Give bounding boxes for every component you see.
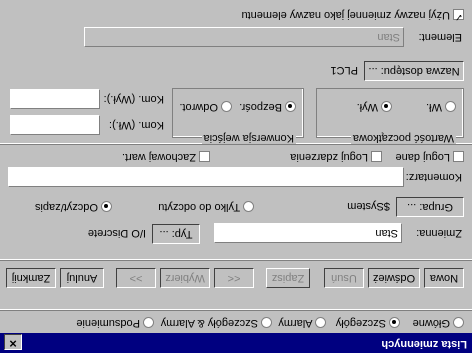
conversion-inverse-label: Odwrot. [179, 101, 218, 113]
view-option-summary[interactable]: Podsumienie [76, 317, 154, 329]
initial-value-on-option[interactable]: Wł. [426, 101, 456, 113]
conversion-inverse-option[interactable]: Odwrot. [179, 101, 232, 113]
view-option-details[interactable]: Szczegóły [336, 317, 400, 329]
initial-value-off-option[interactable]: Wył. [357, 101, 392, 113]
view-details-alarms-radio[interactable] [261, 317, 272, 329]
message-off-label: Kom. (Wył.): [103, 93, 164, 105]
title-bar: Lista zmiennych ✕ [0, 333, 472, 353]
view-alarms-label: Alarmy [278, 317, 313, 329]
close-window-button[interactable]: ✕ [4, 334, 22, 350]
separator [0, 309, 472, 311]
use-name-as-element-option[interactable]: Użyj nazwy zmiennej jako nazwy elementu [241, 9, 464, 21]
comment-label: Komentarz: [405, 171, 462, 183]
read-write-radio[interactable] [101, 201, 112, 213]
close-button[interactable]: Zamknij [6, 268, 56, 288]
initial-off-radio[interactable] [381, 101, 392, 113]
view-summary-radio[interactable] [143, 317, 154, 329]
element-label: Element: [418, 31, 462, 43]
window-title: Lista zmiennych [381, 338, 467, 350]
group-button[interactable]: Grupa: ... [396, 197, 464, 217]
retain-value-option[interactable]: Zachowaj wart. [122, 151, 210, 163]
view-main-label: Główne [412, 317, 450, 329]
initial-on-label: Wł. [426, 101, 442, 113]
retain-value-label: Zachowaj wart. [121, 151, 196, 163]
read-only-label: Tylko do odczytu [158, 201, 241, 213]
element-field[interactable]: Stan [84, 27, 404, 47]
previous-button[interactable]: << [214, 268, 254, 288]
refresh-button[interactable]: Odśwież [368, 268, 420, 288]
view-option-details-alarms[interactable]: Szczegóły & Alarmy [161, 317, 272, 329]
view-details-radio[interactable] [389, 317, 400, 329]
log-data-label: Loguj dane [395, 151, 450, 163]
input-conversion-title: Konwersja wejścia [201, 132, 296, 144]
log-events-option[interactable]: Loguj zdarzenia [290, 151, 382, 163]
log-events-checkbox[interactable] [371, 151, 382, 163]
conversion-direct-radio[interactable] [285, 101, 296, 113]
access-read-only[interactable]: Tylko do odczytu [158, 201, 254, 213]
log-events-label: Loguj zdarzenia [290, 151, 368, 163]
access-name-value: PLC1 [330, 64, 358, 76]
view-details-alarms-label: Szczegóły & Alarmy [160, 317, 258, 329]
view-summary-label: Podsumienie [76, 317, 140, 329]
group-value: $System [347, 200, 390, 212]
type-value: I/O Discrete [87, 227, 146, 239]
read-write-label: Odczyt/zapis [34, 201, 98, 213]
select-button[interactable]: Wybierz [160, 268, 210, 288]
initial-off-label: Wył. [356, 101, 378, 113]
view-option-alarms[interactable]: Alarmy [278, 317, 326, 329]
log-data-checkbox[interactable] [453, 151, 464, 163]
initial-value-group [316, 88, 464, 138]
new-button[interactable]: Nowa [424, 268, 464, 288]
view-alarms-radio[interactable] [315, 317, 326, 329]
conversion-direct-option[interactable]: Bezpośr. [239, 101, 296, 113]
access-read-write[interactable]: Odczyt/zapis [35, 201, 112, 213]
variable-label: Zmienna: [416, 227, 462, 239]
cancel-button[interactable]: Anuluj [60, 268, 104, 288]
separator [0, 259, 472, 261]
message-on-label: Kom. (Wł.): [109, 119, 164, 131]
message-on-field[interactable] [10, 115, 100, 135]
next-button[interactable]: >> [116, 268, 156, 288]
input-conversion-group [172, 88, 304, 138]
type-button[interactable]: Typ: ... [152, 224, 200, 244]
use-name-as-element-checkbox[interactable] [453, 9, 464, 21]
read-only-radio[interactable] [243, 201, 254, 213]
save-button[interactable]: Zapisz [266, 268, 310, 288]
initial-on-radio[interactable] [445, 101, 456, 113]
conversion-inverse-radio[interactable] [221, 101, 232, 113]
variable-name-field[interactable]: Stan [214, 223, 402, 243]
initial-value-title: Wartość początkowa [350, 132, 456, 144]
access-name-button[interactable]: Nazwa dostępu: ... [364, 61, 464, 81]
message-off-field[interactable] [10, 89, 100, 109]
view-option-main[interactable]: Główne [413, 317, 464, 329]
delete-button[interactable]: Usuń [324, 268, 364, 288]
use-name-as-element-label: Użyj nazwy zmiennej jako nazwy elementu [241, 9, 450, 21]
retain-value-checkbox[interactable] [199, 151, 210, 163]
view-details-label: Szczegóły [335, 317, 386, 329]
conversion-direct-label: Bezpośr. [239, 101, 282, 113]
view-main-radio[interactable] [453, 317, 464, 329]
log-data-option[interactable]: Loguj dane [395, 151, 464, 163]
dialog-window: Lista zmiennych ✕ Główne Szczegóły Alarm… [0, 0, 472, 353]
comment-field[interactable] [8, 167, 404, 187]
